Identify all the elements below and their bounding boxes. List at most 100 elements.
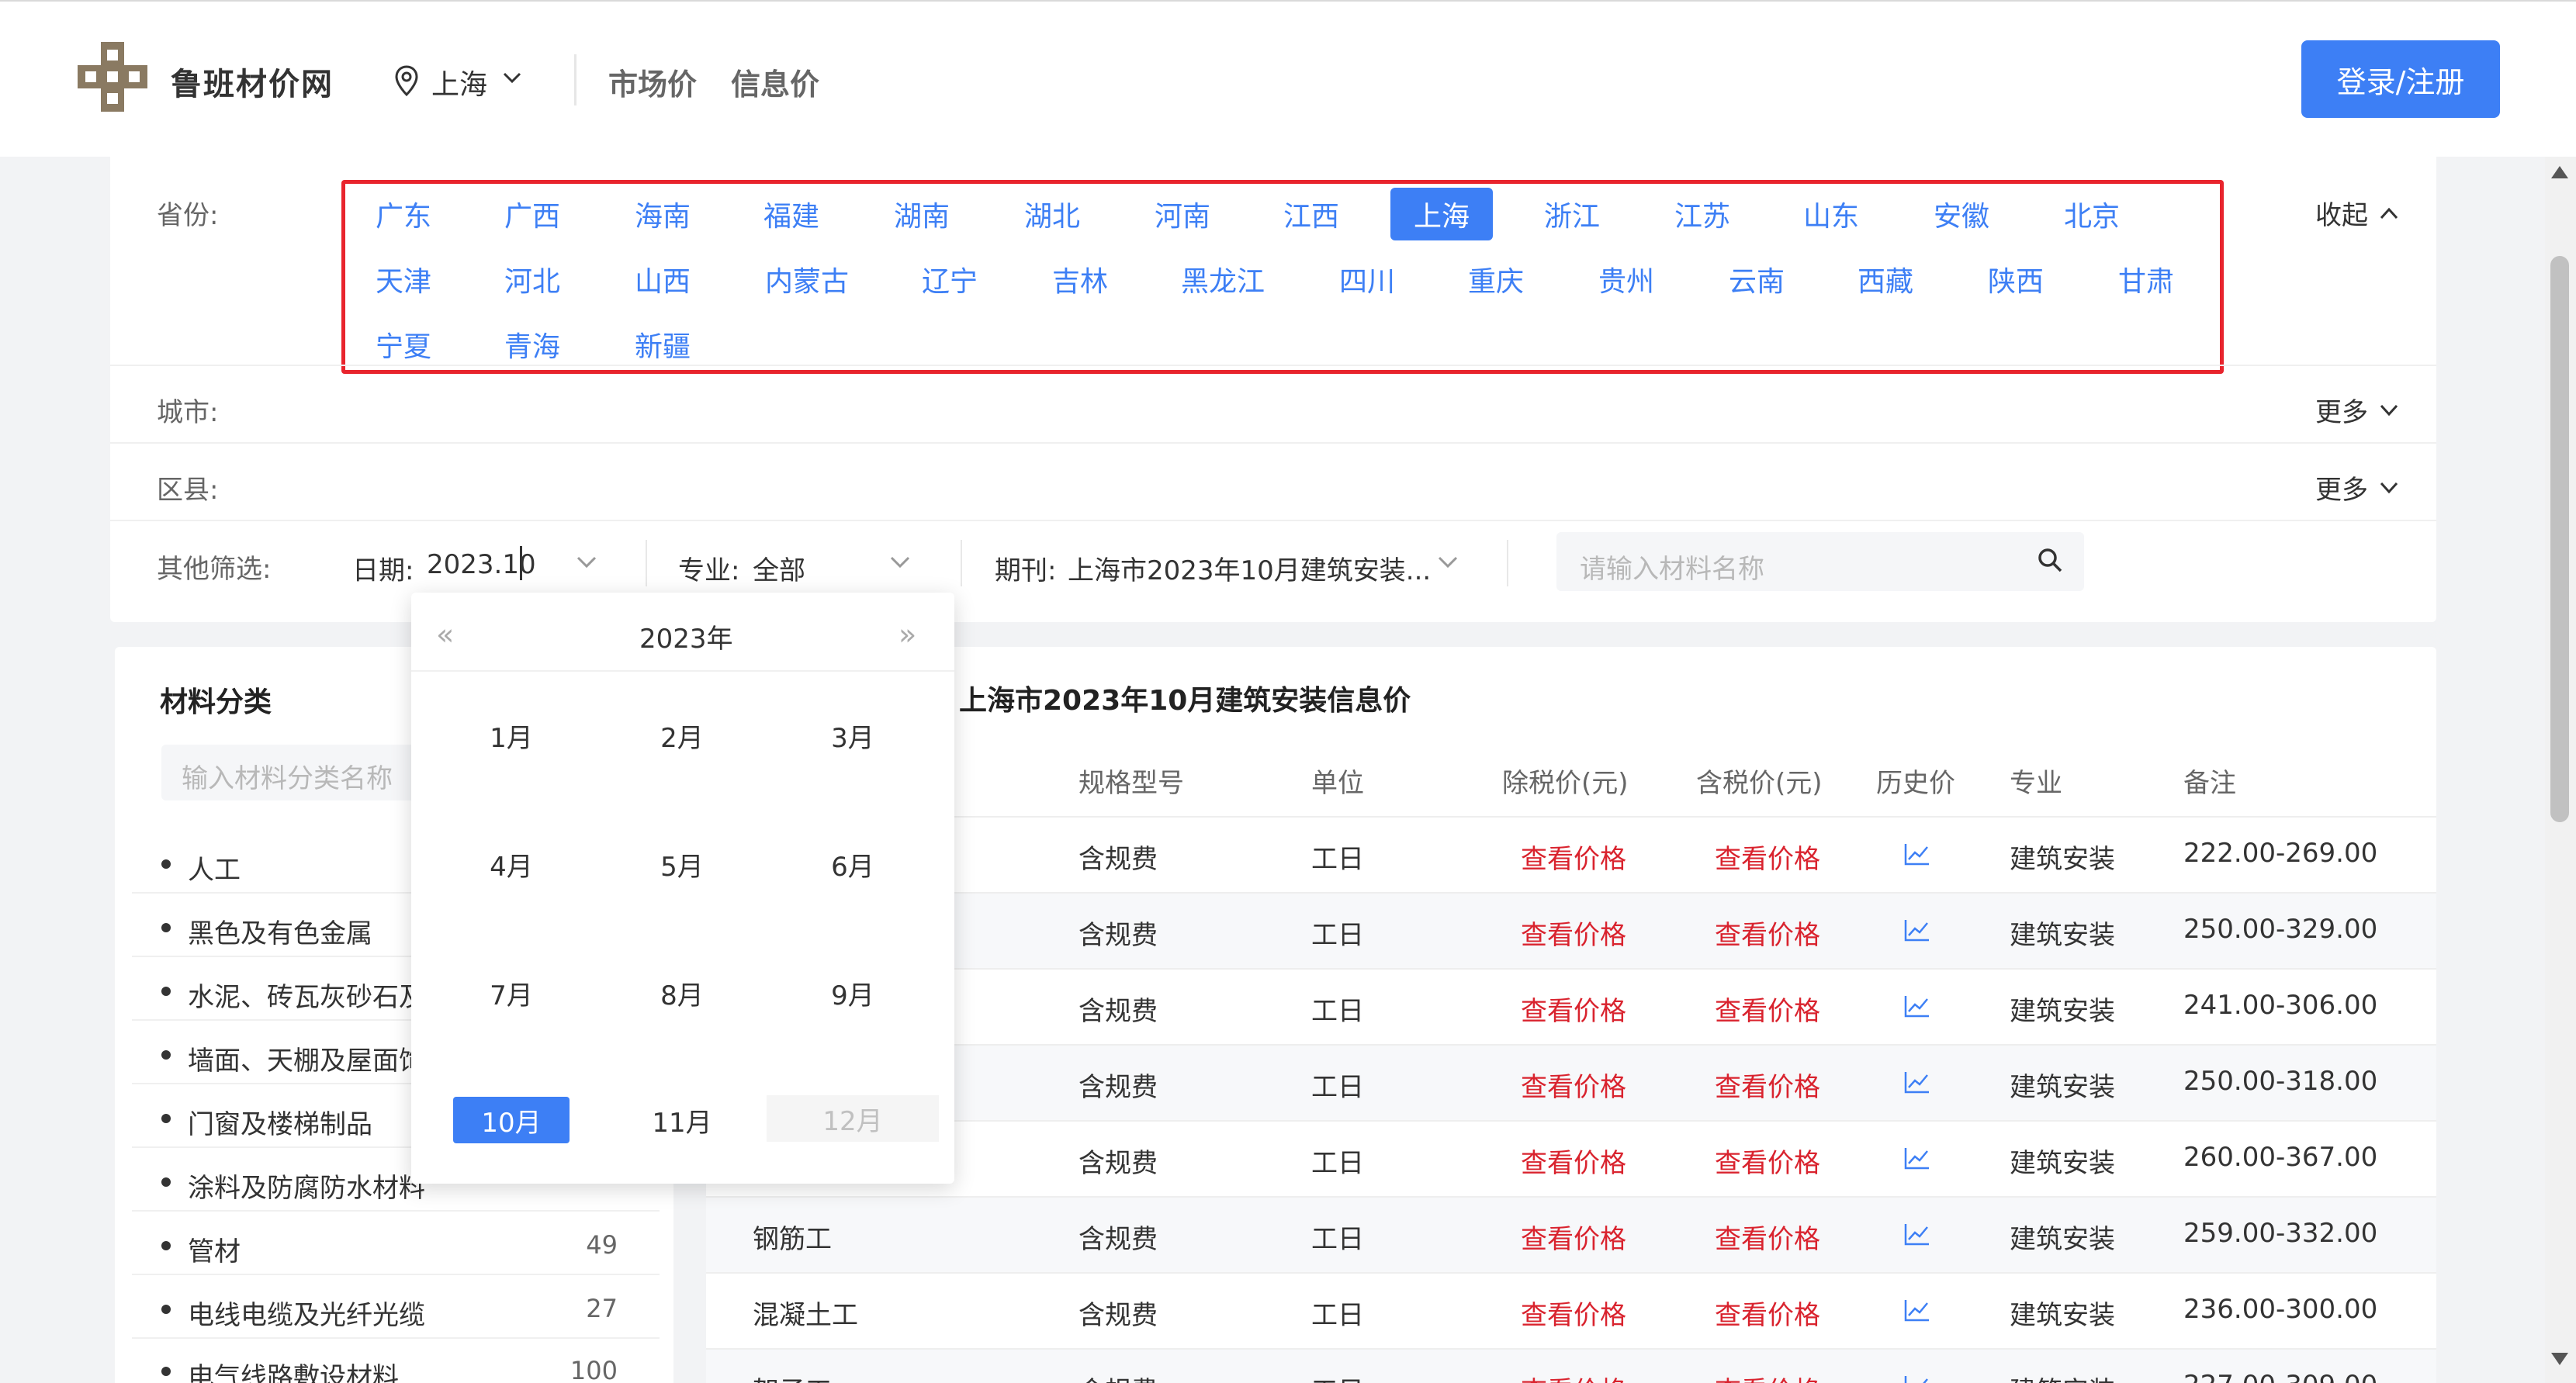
view-price-link[interactable]: 查看价格 bbox=[1715, 1294, 1820, 1332]
province-option[interactable]: 江苏 bbox=[1674, 194, 1730, 234]
table-cell-specialty: 建筑安装 bbox=[2010, 844, 2115, 875]
chevron-down-icon[interactable] bbox=[1437, 555, 1459, 569]
province-option[interactable]: 青海 bbox=[504, 324, 560, 365]
location-pin-icon[interactable] bbox=[394, 65, 419, 96]
view-price-link[interactable]: 查看价格 bbox=[1521, 1370, 1626, 1383]
history-trend-icon[interactable] bbox=[1904, 1298, 1930, 1322]
province-option[interactable]: 云南 bbox=[1729, 259, 1785, 299]
chevron-down-icon[interactable] bbox=[576, 555, 597, 569]
district-more-toggle[interactable]: 更多 bbox=[2315, 468, 2399, 507]
chevron-down-icon[interactable] bbox=[503, 71, 521, 84]
nav-info-price[interactable]: 信息价 bbox=[731, 61, 819, 103]
view-price-link[interactable]: 查看价格 bbox=[1715, 914, 1820, 952]
history-trend-icon[interactable] bbox=[1904, 918, 1930, 942]
province-option[interactable]: 安徽 bbox=[1934, 194, 1989, 234]
history-trend-icon[interactable] bbox=[1904, 1374, 1930, 1383]
province-option[interactable]: 陕西 bbox=[1988, 259, 2044, 299]
province-option[interactable]: 山西 bbox=[635, 259, 691, 299]
month-option[interactable]: 3月 bbox=[795, 712, 911, 759]
month-option[interactable]: 2月 bbox=[624, 712, 740, 759]
view-price-link[interactable]: 查看价格 bbox=[1715, 838, 1820, 876]
category-item[interactable]: 电气线路敷设材料 100 bbox=[132, 1337, 660, 1383]
province-option[interactable]: 福建 bbox=[763, 194, 819, 234]
province-option[interactable]: 山东 bbox=[1803, 194, 1859, 234]
view-price-link[interactable]: 查看价格 bbox=[1715, 1370, 1820, 1383]
category-count: 27 bbox=[586, 1294, 618, 1323]
history-trend-icon[interactable] bbox=[1904, 994, 1930, 1018]
issue-select[interactable]: 上海市2023年10月建筑安装... bbox=[1068, 549, 1431, 587]
search-icon[interactable] bbox=[2036, 546, 2064, 574]
category-item[interactable]: 电线电缆及光纤光缆 27 bbox=[132, 1275, 660, 1339]
province-option[interactable]: 贵州 bbox=[1598, 259, 1654, 299]
province-option[interactable]: 河北 bbox=[504, 259, 560, 299]
bullet-icon bbox=[161, 1114, 171, 1123]
view-price-link[interactable]: 查看价格 bbox=[1521, 1294, 1626, 1332]
month-option[interactable]: 7月 bbox=[453, 970, 570, 1016]
collapse-toggle[interactable]: 收起 bbox=[2315, 194, 2399, 232]
month-option[interactable]: 1月 bbox=[453, 712, 570, 759]
province-option[interactable]: 宁夏 bbox=[376, 324, 431, 365]
view-price-link[interactable]: 查看价格 bbox=[1715, 1066, 1820, 1104]
chevron-down-icon[interactable] bbox=[889, 555, 911, 569]
province-option[interactable]: 甘肃 bbox=[2118, 259, 2174, 299]
row-divider bbox=[110, 365, 2436, 366]
next-year-button[interactable]: » bbox=[898, 617, 916, 652]
district-label: 区县: bbox=[157, 475, 219, 506]
view-price-link[interactable]: 查看价格 bbox=[1715, 1218, 1820, 1256]
province-option[interactable]: 浙江 bbox=[1544, 194, 1600, 234]
history-trend-icon[interactable] bbox=[1904, 1222, 1930, 1246]
scroll-up-arrow-icon[interactable] bbox=[2551, 166, 2568, 178]
month-option[interactable]: 5月 bbox=[624, 841, 740, 887]
province-option[interactable]: 辽宁 bbox=[922, 259, 978, 299]
province-option[interactable]: 湖南 bbox=[894, 194, 950, 234]
province-option[interactable]: 四川 bbox=[1339, 259, 1395, 299]
table-cell-remark: 222.00-269.00 bbox=[2183, 838, 2378, 869]
category-item[interactable]: 管材 49 bbox=[132, 1212, 660, 1275]
picker-year[interactable]: 2023年 bbox=[639, 617, 733, 655]
month-option-selected[interactable]: 10月 bbox=[453, 1097, 570, 1143]
specialty-select[interactable]: 全部 bbox=[753, 549, 805, 587]
view-price-link[interactable]: 查看价格 bbox=[1521, 1218, 1626, 1256]
province-option[interactable]: 天津 bbox=[376, 259, 431, 299]
view-price-link[interactable]: 查看价格 bbox=[1521, 914, 1626, 952]
province-option[interactable]: 内蒙古 bbox=[765, 259, 849, 299]
month-option[interactable]: 11月 bbox=[624, 1097, 740, 1143]
view-price-link[interactable]: 查看价格 bbox=[1521, 838, 1626, 876]
scroll-down-arrow-icon[interactable] bbox=[2551, 1353, 2568, 1365]
province-option[interactable]: 广东 bbox=[376, 194, 431, 234]
history-trend-icon[interactable] bbox=[1904, 842, 1930, 866]
province-option[interactable]: 西藏 bbox=[1858, 259, 1913, 299]
prev-year-button[interactable]: « bbox=[436, 617, 454, 652]
province-option[interactable]: 广西 bbox=[504, 194, 560, 234]
logo-icon[interactable] bbox=[78, 42, 147, 112]
view-price-link[interactable]: 查看价格 bbox=[1521, 1142, 1626, 1180]
city-more-toggle[interactable]: 更多 bbox=[2315, 391, 2399, 429]
province-option[interactable]: 湖北 bbox=[1024, 194, 1080, 234]
province-option[interactable]: 新疆 bbox=[635, 324, 691, 365]
scrollbar-thumb[interactable] bbox=[2550, 256, 2569, 822]
table-cell-spec: 含规费 bbox=[1079, 920, 1158, 951]
month-option[interactable]: 8月 bbox=[624, 970, 740, 1016]
province-option[interactable]: 吉林 bbox=[1052, 259, 1108, 299]
location-selector[interactable]: 上海 bbox=[431, 62, 487, 102]
nav-market-price[interactable]: 市场价 bbox=[608, 61, 697, 103]
history-trend-icon[interactable] bbox=[1904, 1146, 1930, 1170]
view-price-link[interactable]: 查看价格 bbox=[1521, 1066, 1626, 1104]
history-trend-icon[interactable] bbox=[1904, 1070, 1930, 1094]
province-option-active[interactable]: 上海 bbox=[1390, 188, 1494, 240]
province-option[interactable]: 河南 bbox=[1155, 194, 1210, 234]
province-option[interactable]: 北京 bbox=[2064, 194, 2120, 234]
site-name[interactable]: 鲁班材价网 bbox=[171, 59, 334, 104]
month-option[interactable]: 6月 bbox=[795, 841, 911, 887]
province-option[interactable]: 黑龙江 bbox=[1181, 259, 1265, 299]
view-price-link[interactable]: 查看价格 bbox=[1715, 1142, 1820, 1180]
month-option[interactable]: 4月 bbox=[453, 841, 570, 887]
login-register-button[interactable]: 登录/注册 bbox=[2301, 40, 2500, 118]
province-option[interactable]: 海南 bbox=[635, 194, 691, 234]
view-price-link[interactable]: 查看价格 bbox=[1715, 990, 1820, 1028]
province-option[interactable]: 江西 bbox=[1283, 194, 1339, 234]
province-option[interactable]: 重庆 bbox=[1468, 259, 1524, 299]
view-price-link[interactable]: 查看价格 bbox=[1521, 990, 1626, 1028]
row-divider bbox=[110, 520, 2436, 521]
month-option[interactable]: 9月 bbox=[795, 970, 911, 1016]
